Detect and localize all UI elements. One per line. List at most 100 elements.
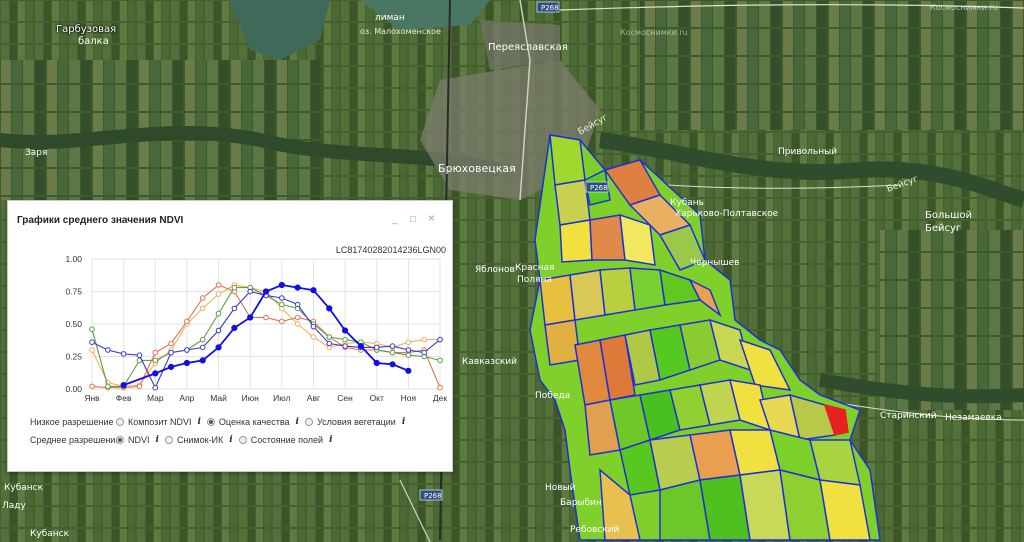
data-point[interactable] (167, 363, 175, 371)
data-point[interactable] (89, 326, 95, 332)
data-point[interactable] (152, 349, 159, 356)
data-point[interactable] (437, 336, 443, 343)
map-label-beysug3: Бейсуг (925, 223, 961, 234)
info-icon[interactable]: i (156, 435, 159, 445)
data-point[interactable] (231, 305, 238, 312)
close-icon[interactable]: × (428, 212, 435, 224)
maximize-icon[interactable]: □ (410, 215, 416, 225)
data-point[interactable] (152, 384, 159, 391)
data-point[interactable] (215, 291, 222, 297)
data-point[interactable] (405, 367, 412, 374)
radio-dot-selected (206, 418, 215, 426)
data-point[interactable] (263, 314, 269, 321)
svg-text:Р268: Р268 (590, 184, 608, 192)
map-label-bryukhovetskaya: Брюховецкая (438, 162, 516, 175)
info-icon[interactable]: i (198, 417, 201, 427)
data-point[interactable] (421, 349, 427, 356)
data-point[interactable] (310, 334, 317, 340)
map-label-pereyaslovskaya: Переяславская (488, 42, 568, 53)
data-point[interactable] (279, 295, 285, 301)
data-point[interactable] (326, 305, 333, 312)
data-point[interactable] (373, 344, 380, 351)
data-point[interactable] (105, 347, 111, 353)
data-point[interactable] (247, 314, 254, 321)
road-badge-top: Р268 (536, 1, 560, 13)
data-point[interactable] (389, 343, 396, 349)
data-point[interactable] (437, 357, 443, 364)
radio-vegetation-conditions[interactable]: Условия вегетации i (304, 417, 405, 427)
data-point[interactable] (231, 324, 238, 332)
data-point[interactable] (310, 287, 317, 294)
data-point[interactable] (294, 284, 301, 291)
data-point[interactable] (105, 383, 111, 390)
low-resolution-row: Низкое разрешение Композит NDVI i Оценка … (30, 417, 411, 427)
data-point[interactable] (215, 282, 222, 288)
radio-ndvi[interactable]: NDVI i (116, 435, 159, 445)
data-point[interactable] (421, 336, 427, 343)
road-badge-bottom: Р268 (419, 489, 443, 501)
data-point[interactable] (120, 382, 127, 389)
data-point[interactable] (168, 349, 174, 356)
data-point[interactable] (199, 344, 206, 351)
info-icon[interactable]: i (402, 417, 405, 427)
y-tick-label: 0.00 (65, 384, 82, 394)
data-point[interactable] (184, 318, 190, 325)
data-point[interactable] (326, 340, 333, 347)
data-point[interactable] (89, 339, 95, 345)
data-point[interactable] (389, 361, 396, 368)
data-point[interactable] (215, 310, 222, 317)
data-point[interactable] (89, 347, 95, 353)
data-point[interactable] (342, 336, 348, 343)
data-point[interactable] (231, 284, 238, 291)
medium-resolution-label: Среднее разрешение (30, 435, 121, 445)
data-point[interactable] (294, 314, 301, 321)
data-point[interactable] (389, 349, 396, 356)
data-point[interactable] (405, 347, 412, 353)
data-point[interactable] (199, 305, 206, 312)
radio-quality-assessment[interactable]: Оценка качества i (206, 417, 299, 427)
data-point[interactable] (199, 336, 206, 343)
data-point[interactable] (294, 321, 301, 327)
data-point[interactable] (342, 343, 348, 349)
data-point[interactable] (199, 295, 206, 301)
data-point[interactable] (405, 339, 412, 345)
info-icon[interactable]: i (329, 435, 332, 445)
data-point[interactable] (437, 384, 443, 391)
map-label-malokhoventskoe: оз. Малохоменское (360, 27, 441, 36)
radio-composite-ndvi[interactable]: Композит NDVI i (116, 417, 201, 427)
data-point[interactable] (357, 343, 365, 350)
data-point[interactable] (247, 288, 253, 295)
map-label-kavkazskiy: Кавказский (462, 357, 517, 367)
data-point[interactable] (341, 327, 349, 334)
data-point[interactable] (373, 359, 380, 367)
info-icon[interactable]: i (229, 435, 232, 445)
data-point[interactable] (89, 383, 95, 390)
radio-ir-image[interactable]: Снимок-ИК i (164, 435, 233, 445)
data-point[interactable] (279, 301, 285, 308)
data-point[interactable] (310, 323, 317, 330)
data-point[interactable] (278, 281, 285, 289)
radio-field-state[interactable]: Состояние полей i (238, 435, 333, 445)
data-point[interactable] (136, 383, 143, 390)
minimize-icon[interactable]: _ (392, 215, 398, 225)
data-point[interactable] (294, 301, 301, 308)
data-point[interactable] (215, 327, 222, 334)
ndvi-line-chart: LC81740282014236LGN00 0.00 0.25 0.50 0.75 1.… (65, 245, 447, 403)
data-point[interactable] (152, 357, 159, 364)
data-point[interactable] (279, 318, 285, 325)
watermark-top: Космоснимки.ru (930, 3, 998, 12)
data-point[interactable] (152, 370, 159, 377)
x-tick-label: Апр (179, 393, 194, 403)
data-point[interactable] (199, 357, 206, 364)
data-point[interactable] (326, 334, 333, 340)
info-icon[interactable]: i (296, 417, 299, 427)
data-point[interactable] (215, 344, 222, 351)
data-point[interactable] (405, 352, 412, 358)
data-point[interactable] (184, 347, 190, 353)
data-point[interactable] (262, 288, 270, 295)
data-point[interactable] (168, 340, 174, 347)
low-resolution-label: Низкое разрешение (30, 417, 114, 427)
data-point[interactable] (120, 351, 127, 357)
data-point[interactable] (183, 359, 191, 367)
data-point[interactable] (136, 352, 143, 358)
